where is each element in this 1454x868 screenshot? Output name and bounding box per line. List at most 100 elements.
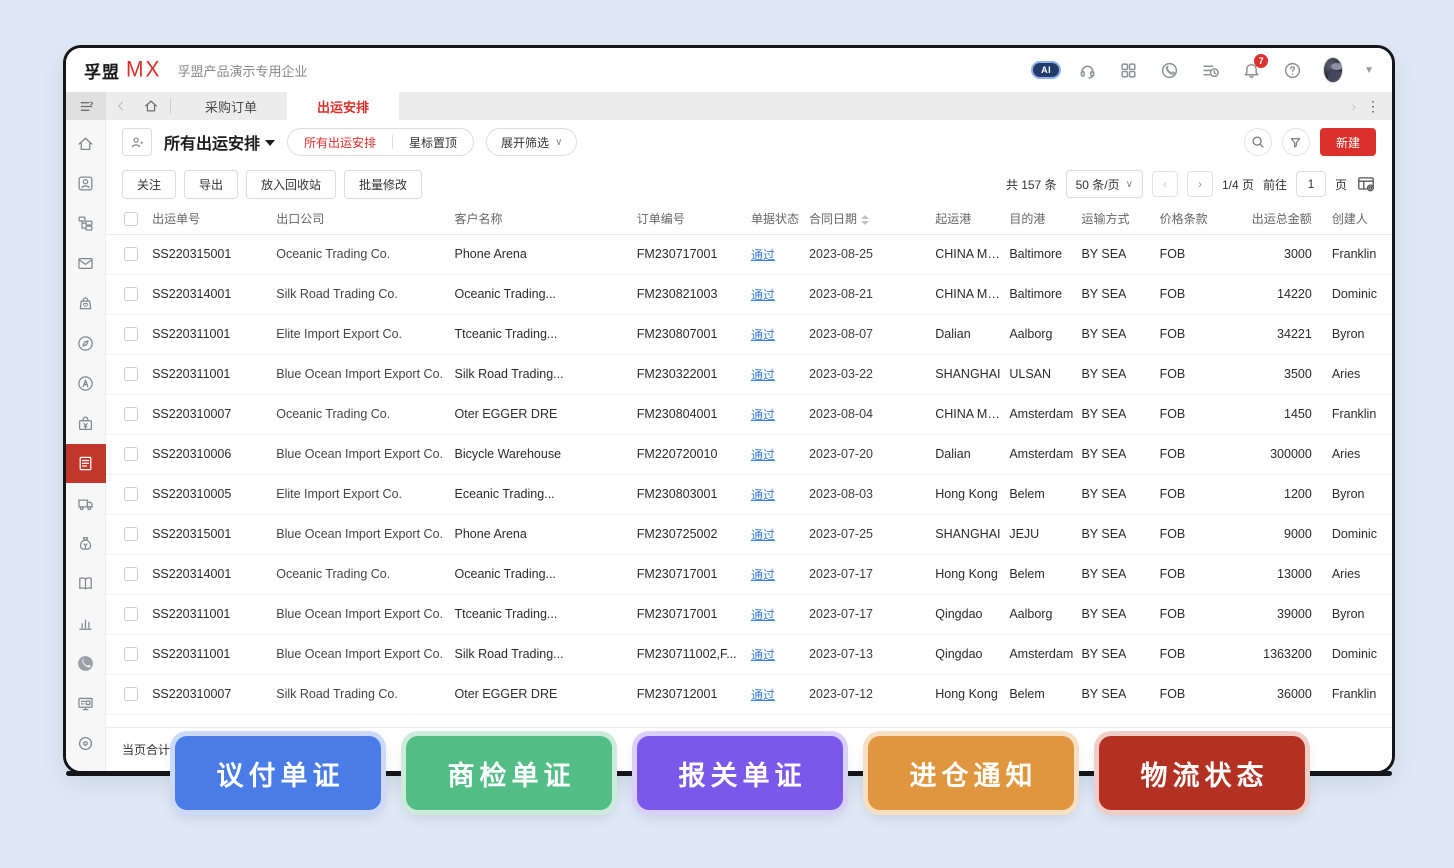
table-row[interactable]: SS220311001Elite Import Export Co.Ttcean… (106, 314, 1392, 354)
warehouse-notice-button[interactable]: 进仓通知 (868, 736, 1074, 810)
avatar-chevron-down-icon[interactable]: ▼ (1364, 65, 1374, 76)
tabs-more-menu-icon[interactable]: ⋮ (1366, 98, 1380, 115)
follow-button[interactable]: 关注 (122, 170, 176, 199)
sidebar-item-shopping-bag[interactable] (66, 284, 106, 324)
sidebar-item-contacts[interactable] (66, 164, 106, 204)
sidebar-collapse-button[interactable] (66, 92, 106, 120)
table-row[interactable]: SS220314001Silk Road Trading Co.Oceanic … (106, 274, 1392, 314)
status-link[interactable]: 通过 (751, 288, 775, 302)
next-page-button[interactable]: › (1187, 171, 1213, 197)
whatsapp-icon[interactable] (1159, 60, 1179, 80)
select-all-checkbox[interactable] (124, 212, 138, 226)
batch-edit-button[interactable]: 批量修改 (344, 170, 422, 199)
status-link[interactable]: 通过 (751, 248, 775, 262)
sort-icon[interactable] (861, 215, 869, 225)
cell-price_terms: FOB (1156, 394, 1230, 434)
recycle-bin-button[interactable]: 放入回收站 (246, 170, 336, 199)
table-row[interactable]: SS220310005Elite Import Export Co.Eceani… (106, 474, 1392, 514)
expand-filter-button[interactable]: 展开筛选∨ (486, 128, 577, 156)
sidebar-item-report-chart[interactable] (66, 603, 106, 643)
task-list-icon[interactable] (1200, 60, 1220, 80)
sidebar-item-workbench-monitor[interactable] (66, 683, 106, 723)
row-checkbox[interactable] (124, 287, 138, 301)
table-row[interactable]: SS220311001Blue Ocean Import Export Co.S… (106, 354, 1392, 394)
row-checkbox[interactable] (124, 607, 138, 621)
sidebar-item-ledger-book[interactable] (66, 563, 106, 603)
home-icon[interactable] (136, 92, 166, 120)
prev-page-button[interactable]: ‹ (1152, 171, 1178, 197)
table-row[interactable]: SS220310007Oceanic Trading Co.Oter EGGER… (106, 394, 1392, 434)
cell-contract_date: 2023-08-25 (805, 234, 931, 274)
table-row[interactable]: SS220315001Oceanic Trading Co.Phone Aren… (106, 234, 1392, 274)
cell-status: 通过 (747, 314, 805, 354)
export-button[interactable]: 导出 (184, 170, 238, 199)
status-link[interactable]: 通过 (751, 568, 775, 582)
table-row[interactable]: SS220310006Blue Ocean Import Export Co.B… (106, 434, 1392, 474)
goto-page-input[interactable] (1296, 171, 1326, 197)
filter-funnel-button[interactable] (1282, 128, 1310, 156)
status-link[interactable]: 通过 (751, 488, 775, 502)
search-button[interactable] (1244, 128, 1272, 156)
cell-amount: 13000 (1230, 554, 1322, 594)
sidebar-item-home[interactable] (66, 124, 106, 164)
create-new-button[interactable]: 新建 (1320, 128, 1376, 156)
status-link[interactable]: 通过 (751, 448, 775, 462)
inspection-docs-button[interactable]: 商检单证 (406, 736, 612, 810)
customs-docs-button[interactable]: 报关单证 (637, 736, 843, 810)
sidebar-item-shipping-doc[interactable] (66, 444, 106, 484)
page-size-select[interactable]: 50 条/页∨ (1066, 170, 1143, 198)
logistics-status-button[interactable]: 物流状态 (1099, 736, 1305, 810)
nav-back-button[interactable] (106, 92, 136, 120)
user-avatar[interactable] (1323, 60, 1343, 80)
notifications-bell-icon[interactable]: 7 (1241, 60, 1261, 80)
cell-amount: 1200 (1230, 474, 1322, 514)
tabs-scroll-right-icon[interactable]: › (1352, 99, 1356, 114)
tab-purchase-orders[interactable]: 采购订单 (175, 92, 287, 120)
apps-grid-icon[interactable] (1118, 60, 1138, 80)
table-row[interactable]: SS220310007Silk Road Trading Co.Oter EGG… (106, 674, 1392, 714)
row-checkbox[interactable] (124, 647, 138, 661)
status-link[interactable]: 通过 (751, 608, 775, 622)
sidebar-item-compass[interactable] (66, 324, 106, 364)
column-settings-icon[interactable] (1356, 174, 1376, 194)
status-link[interactable]: 通过 (751, 368, 775, 382)
sidebar-item-whatsapp[interactable] (66, 643, 106, 683)
table-row[interactable]: SS220311001Blue Ocean Import Export Co.T… (106, 594, 1392, 634)
pill-starred-top[interactable]: 星标置顶 (393, 129, 473, 155)
help-icon[interactable] (1282, 60, 1302, 80)
row-checkbox[interactable] (124, 367, 138, 381)
negotiation-docs-button[interactable]: 议付单证 (175, 736, 381, 810)
row-checkbox[interactable] (124, 447, 138, 461)
status-link[interactable]: 通过 (751, 688, 775, 702)
row-checkbox[interactable] (124, 487, 138, 501)
sidebar-item-org-chart[interactable] (66, 204, 106, 244)
table-row[interactable]: SS220315001Blue Ocean Import Export Co.P… (106, 514, 1392, 554)
row-checkbox[interactable] (124, 527, 138, 541)
sidebar-item-logistics-truck[interactable] (66, 483, 106, 523)
table-row[interactable]: SS220314001Oceanic Trading Co.Oceanic Tr… (106, 554, 1392, 594)
status-link[interactable]: 通过 (751, 528, 775, 542)
sidebar-item-mail[interactable] (66, 244, 106, 284)
tab-shipping-arrangement[interactable]: 出运安排 (287, 92, 399, 120)
status-link[interactable]: 通过 (751, 648, 775, 662)
row-checkbox[interactable] (124, 247, 138, 261)
pill-all-shipments[interactable]: 所有出运安排 (288, 129, 392, 155)
cell-port_loading: SHANGHAI (931, 354, 1005, 394)
assignee-filter-button[interactable] (122, 128, 152, 156)
row-checkbox[interactable] (124, 327, 138, 341)
row-checkbox[interactable] (124, 567, 138, 581)
headset-support-icon[interactable] (1077, 60, 1097, 80)
table-row[interactable]: SS220311001Blue Ocean Import Export Co.S… (106, 634, 1392, 674)
row-checkbox[interactable] (124, 407, 138, 421)
cell-port_dest: Amsterdam (1005, 394, 1077, 434)
ai-assistant-icon[interactable]: AI (1036, 60, 1056, 80)
sidebar-item-business-funds[interactable] (66, 404, 106, 444)
view-selector[interactable]: 所有出运安排 (164, 130, 275, 154)
sidebar-item-marketing[interactable] (66, 364, 106, 404)
status-link[interactable]: 通过 (751, 408, 775, 422)
sidebar-item-settings-gear[interactable] (66, 723, 106, 763)
status-link[interactable]: 通过 (751, 328, 775, 342)
row-checkbox[interactable] (124, 687, 138, 701)
sidebar-item-finance-bag[interactable] (66, 523, 106, 563)
cell-port_loading: Hong Kong (931, 554, 1005, 594)
